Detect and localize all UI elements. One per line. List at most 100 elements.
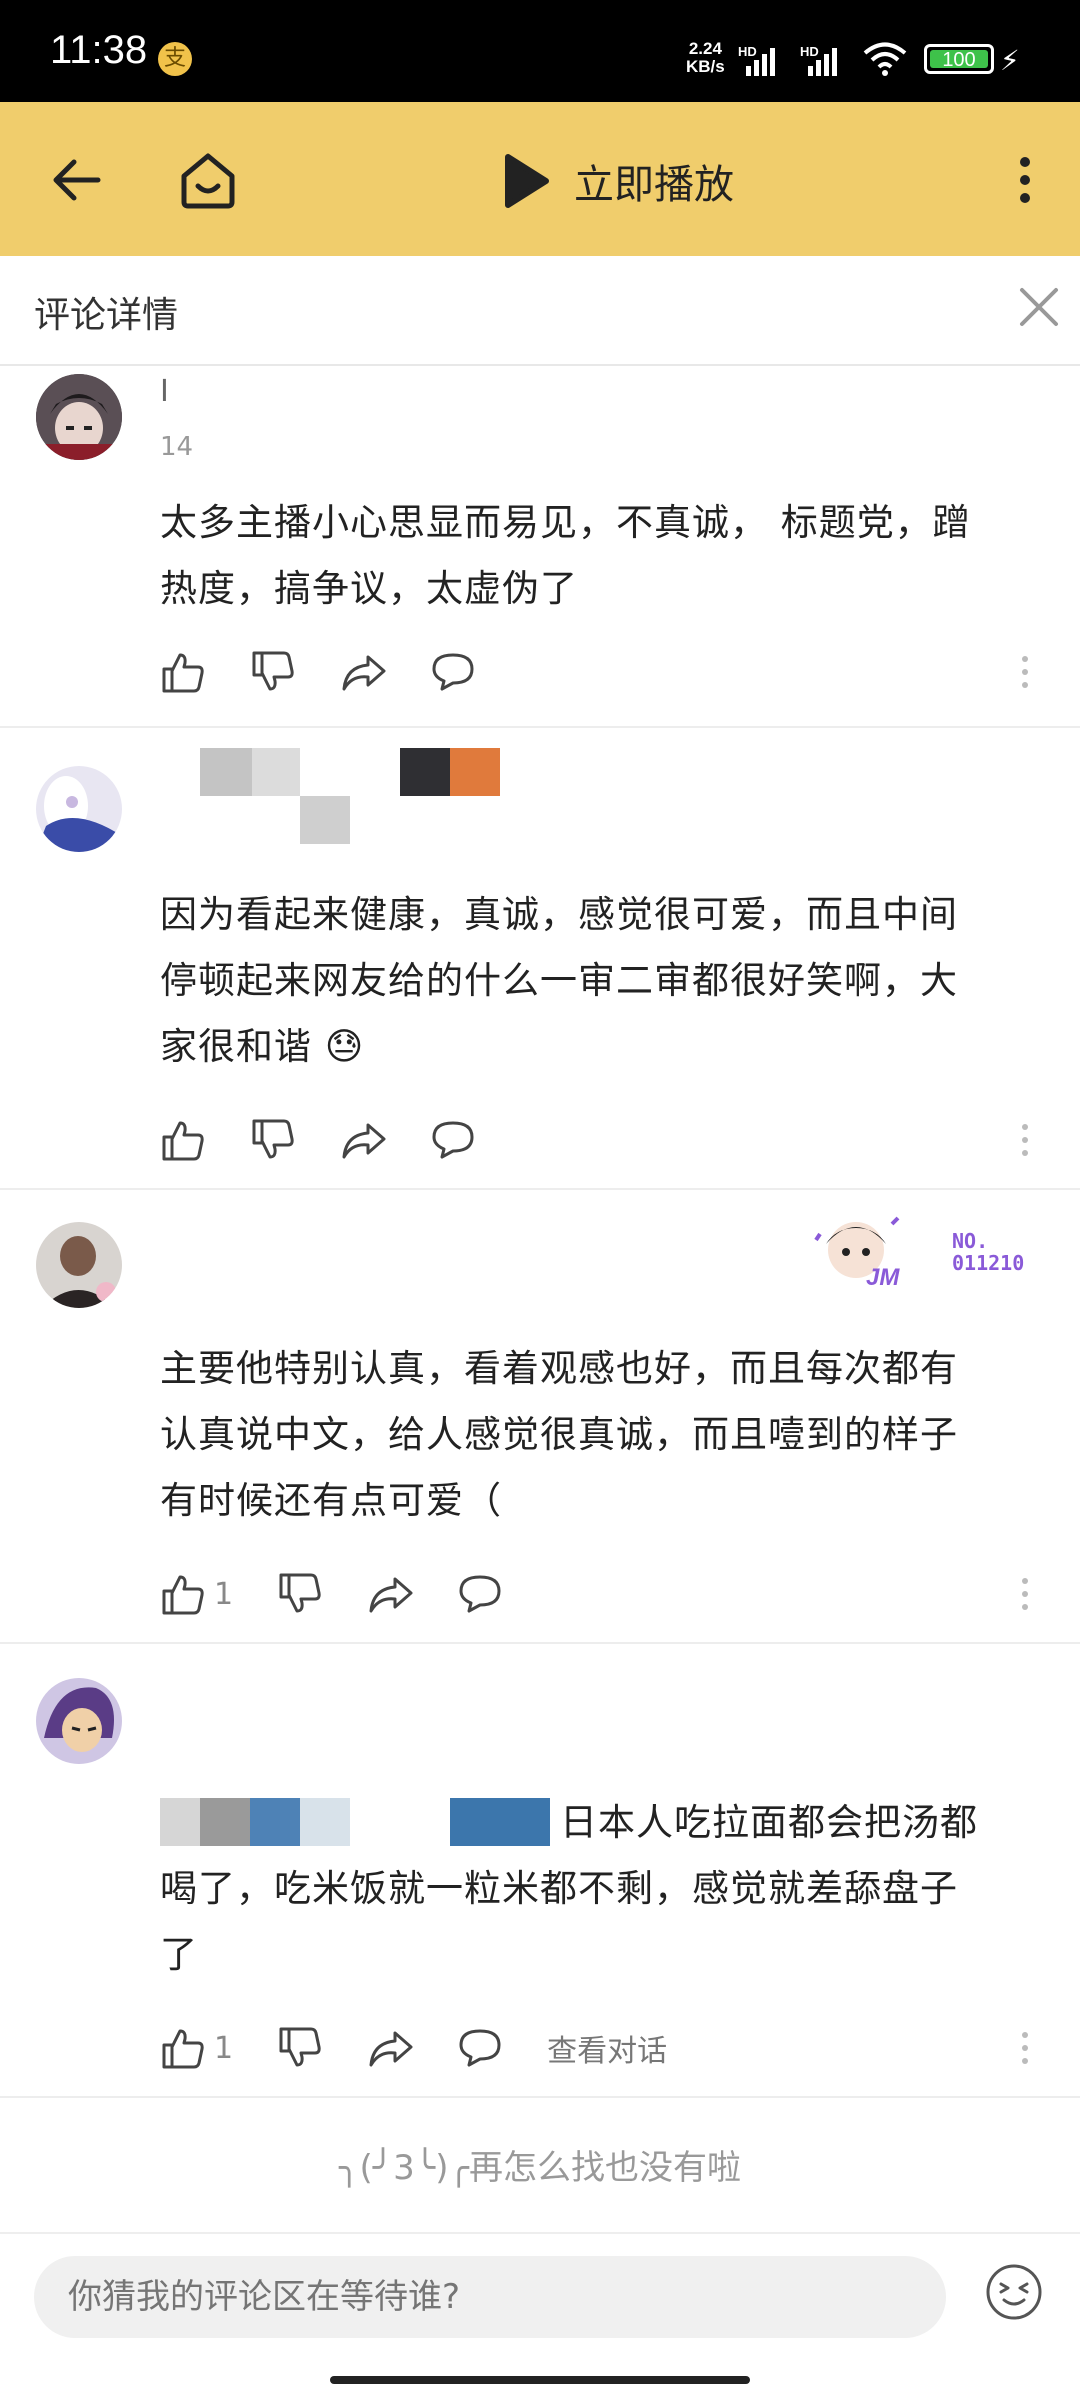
comment-item: I 14 太多主播小心思显而易见，不真诚， 标题党，蹭 热度，搞争议，太虚伪了 (0, 366, 1080, 728)
thumbs-down-icon (252, 1119, 294, 1159)
like-button[interactable]: 1 (160, 1571, 233, 1617)
end-of-list-note: ╮(╯3╰)╭再怎么找也没有啦 (338, 2148, 742, 2188)
badge-jm-text: JM (866, 1264, 900, 1291)
comment-actions: 1 查看对话 (160, 2020, 711, 2076)
comment-text-line: 了 (160, 1933, 198, 1976)
share-icon (369, 1577, 413, 1613)
reply-button[interactable] (430, 1117, 476, 1163)
comment-time: 14 (160, 432, 194, 462)
avatar-image (36, 1678, 122, 1764)
comment-bubble-icon (459, 1575, 501, 1613)
redacted-badge-block (450, 748, 500, 796)
share-button[interactable] (340, 1117, 386, 1163)
comment-actions: 1 (160, 1566, 547, 1622)
dislike-button[interactable] (277, 1571, 323, 1617)
thumbs-up-icon (162, 1575, 204, 1615)
comment-actions (160, 644, 520, 700)
home-indicator[interactable] (330, 2376, 750, 2384)
status-time: 11:38 (50, 28, 148, 72)
comment-text-line: 因为看起来健康，真诚，感觉很可爱，而且中间 (160, 893, 958, 936)
comment-input[interactable] (34, 2256, 946, 2338)
comment-text-line: 日本人吃拉面都会把汤都 (560, 1801, 978, 1844)
network-speed: 2.24 KB/s (686, 40, 725, 76)
share-icon (369, 2031, 413, 2067)
battery-level: 100 (930, 50, 988, 70)
dislike-button[interactable] (250, 649, 296, 695)
battery-icon: 100 (924, 44, 994, 74)
share-icon (342, 1123, 386, 1159)
dislike-button[interactable] (250, 1117, 296, 1163)
avatar[interactable] (36, 1222, 122, 1308)
comment-text: 因为看起来健康，真诚，感觉很可爱，而且中间 停顿起来网友给的什么一审二审都很好笑… (160, 882, 1040, 1080)
comment-more-icon[interactable] (1018, 656, 1032, 696)
back-arrow-icon[interactable] (40, 142, 116, 218)
like-count: 1 (214, 2030, 234, 2066)
more-vertical-icon[interactable] (1000, 142, 1050, 218)
avatar-image (36, 1222, 122, 1308)
home-icon[interactable] (170, 142, 246, 218)
share-button[interactable] (367, 1571, 413, 1617)
emoji-icon[interactable] (984, 2262, 1044, 2322)
reply-button[interactable] (430, 649, 476, 695)
comment-text: 日本人吃拉面都会把汤都 喝了，吃米饭就一粒米都不剩，感觉就差舔盘子 了 (160, 1790, 1040, 1988)
signal-sim1-icon: HD (738, 44, 788, 78)
comment-more-icon[interactable] (1018, 1124, 1032, 1164)
fan-badge: JM NO. 011210 (806, 1210, 1046, 1300)
reply-button[interactable] (457, 1571, 503, 1617)
redacted-username-block (300, 796, 350, 844)
page-title: 评论详情 (34, 295, 179, 336)
comment-item: 日本人吃拉面都会把汤都 喝了，吃米饭就一粒米都不剩，感觉就差舔盘子 了 1 查看… (0, 1644, 1080, 2098)
comment-bubble-icon (432, 653, 474, 691)
sweat-emoji-icon: 😓 (324, 1025, 365, 1068)
reply-button[interactable] (457, 2025, 503, 2071)
comment-input-bar (0, 2232, 1080, 2402)
comment-text-line: 太多主播小心思显而易见，不真诚， 标题党，蹭 (160, 501, 971, 544)
dislike-button[interactable] (277, 2025, 323, 2071)
play-now-button[interactable]: 立即播放 (500, 146, 734, 216)
thumbs-up-icon (162, 653, 204, 693)
share-button[interactable] (367, 2025, 413, 2071)
comment-text-line: 认真说中文，给人感觉很真诚，而且噎到的样子 (160, 1413, 958, 1456)
comment-text-line: 喝了，吃米饭就一粒米都不剩，感觉就差舔盘子 (160, 1867, 958, 1910)
share-button[interactable] (340, 649, 386, 695)
comment-actions (160, 1112, 520, 1168)
badge-number-line: NO. (952, 1229, 989, 1253)
thumbs-down-icon (252, 651, 294, 691)
avatar-image (36, 374, 122, 460)
status-bar: 11:38 支 2.24 KB/s HD HD 100 ⚡ (0, 0, 1080, 102)
like-count: 1 (214, 1576, 234, 1612)
network-speed-unit: KB/s (686, 57, 725, 76)
comment-item: JM NO. 011210 主要他特别认真，看着观感也好，而且每次都有 认真说中… (0, 1190, 1080, 1644)
like-button[interactable] (160, 649, 206, 695)
comment-text: 太多主播小心思显而易见，不真诚， 标题党，蹭 热度，搞争议，太虚伪了 (160, 490, 1040, 622)
like-button[interactable] (160, 1117, 206, 1163)
play-now-label: 立即播放 (574, 162, 734, 208)
thumbs-up-icon (162, 1121, 204, 1161)
network-speed-value: 2.24 (688, 39, 722, 58)
badge-number: NO. 011210 (952, 1230, 1024, 1274)
comment-text-line: 停顿起来网友给的什么一审二审都很好笑啊，大 (160, 959, 958, 1002)
comment-text: 主要他特别认真，看着观感也好，而且每次都有 认真说中文，给人感觉很真诚，而且噎到… (160, 1336, 1040, 1534)
comment-text-line: 主要他特别认真，看着观感也好，而且每次都有 (160, 1347, 958, 1390)
username: I (160, 374, 169, 409)
comment-bubble-icon (459, 2029, 501, 2067)
avatar[interactable] (36, 766, 122, 852)
view-conversation-label: 查看对话 (547, 2034, 668, 2069)
thumbs-down-icon (279, 1573, 321, 1613)
comment-more-icon[interactable] (1018, 2032, 1032, 2072)
redacted-username-block (252, 748, 300, 796)
comment-detail-header: 评论详情 (0, 256, 1080, 366)
comment-more-icon[interactable] (1018, 1578, 1032, 1618)
thumbs-up-icon (162, 2029, 204, 2069)
signal-sim2-icon: HD (800, 44, 850, 78)
avatar[interactable] (36, 374, 122, 460)
close-icon[interactable] (1014, 282, 1064, 332)
like-button[interactable]: 1 (160, 2025, 233, 2071)
avatar[interactable] (36, 1678, 122, 1764)
share-icon (342, 655, 386, 691)
badge-number-line: 011210 (952, 1251, 1025, 1275)
charging-icon: ⚡ (1000, 44, 1020, 77)
thumbs-down-icon (279, 2027, 321, 2067)
comment-text-line: 热度，搞争议，太虚伪了 (160, 567, 578, 610)
view-conversation-link[interactable]: 查看对话 (547, 2026, 667, 2070)
